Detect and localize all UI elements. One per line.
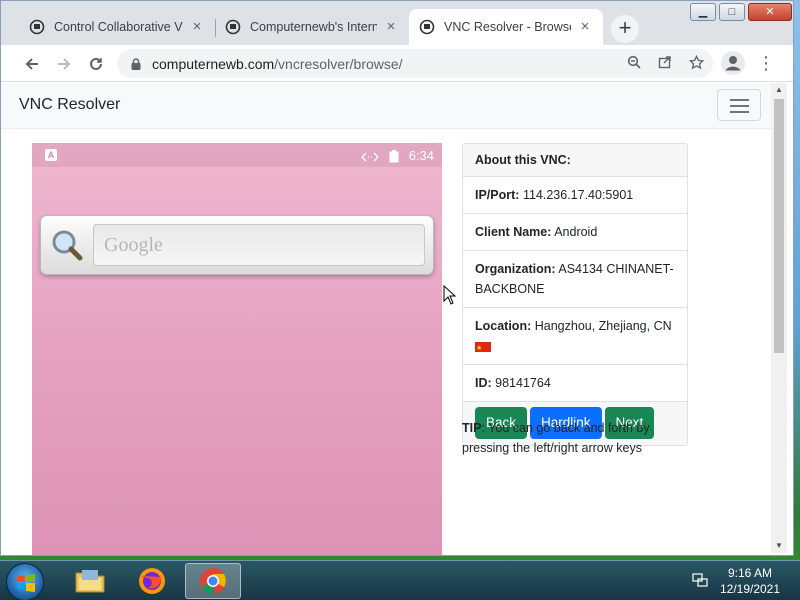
shield-favicon-icon: [419, 19, 435, 35]
id-value: 98141764: [495, 376, 551, 390]
ip-port-row: IP/Port: 114.236.17.40:5901: [463, 177, 687, 214]
vnc-info-card: About this VNC: IP/Port: 114.236.17.40:5…: [462, 143, 688, 446]
tab-title: Control Collaborative Vi: [54, 20, 183, 34]
google-placeholder: Google: [104, 234, 163, 256]
forward-arrow-icon[interactable]: [51, 51, 77, 77]
windows-taskbar: 9:16 AM 12/19/2021: [0, 560, 800, 600]
card-header: About this VNC:: [463, 144, 687, 177]
tab-control-collaborative[interactable]: Control Collaborative Vi ×: [19, 9, 215, 45]
tab-strip: Control Collaborative Vi × Computernewb'…: [1, 1, 793, 45]
system-clock[interactable]: 9:16 AM 12/19/2021: [718, 565, 782, 597]
reload-icon[interactable]: [83, 51, 109, 77]
close-tab-icon[interactable]: ×: [577, 19, 593, 35]
page-viewport: VNC Resolver A 6:34 Google About this VN…: [1, 83, 779, 555]
minimize-button[interactable]: ▁: [690, 3, 716, 21]
lock-icon: [131, 57, 141, 70]
google-search-widget: Google: [40, 215, 434, 275]
organization-label: Organization:: [475, 262, 556, 276]
scroll-up-arrow-icon[interactable]: ▲: [774, 85, 784, 95]
location-label: Location:: [475, 319, 532, 333]
shield-favicon-icon: [29, 19, 45, 35]
ip-port-value: 114.236.17.40:5901: [522, 188, 634, 202]
google-search-field: Google: [93, 224, 425, 266]
client-name-row: Client Name: Android: [463, 214, 687, 251]
tip-label: TIP: [462, 421, 482, 435]
close-tab-icon[interactable]: ×: [189, 19, 205, 35]
client-name-label: Client Name:: [475, 225, 552, 239]
maximize-button[interactable]: □: [719, 3, 745, 21]
profile-avatar-icon[interactable]: [721, 51, 745, 75]
clock-time: 9:16 AM: [727, 566, 773, 580]
notification-icon: A: [45, 149, 57, 161]
status-right: 6:34: [361, 148, 434, 163]
close-tab-icon[interactable]: ×: [383, 19, 399, 35]
back-arrow-icon[interactable]: [19, 51, 45, 77]
client-name-value: Android: [554, 225, 598, 239]
bookmark-star-icon[interactable]: [685, 54, 707, 73]
id-row: ID: 98141764: [463, 365, 687, 402]
navbar-toggle-hamburger-icon[interactable]: [717, 89, 761, 121]
organization-row: Organization: AS4134 CHINANET-BACKBONE: [463, 251, 687, 308]
id-label: ID:: [475, 376, 492, 390]
window-controls: ▁ □ ✕: [687, 3, 792, 23]
new-tab-button[interactable]: +: [611, 15, 639, 43]
magnifier-icon: [52, 230, 83, 261]
address-bar[interactable]: computernewb.com/vncresolver/browse/: [117, 49, 713, 78]
start-button[interactable]: [6, 563, 44, 600]
data-transfer-icon: [361, 152, 379, 162]
firefox-icon[interactable]: [124, 563, 180, 599]
shield-favicon-icon: [225, 19, 241, 35]
url-path: /vncresolver/browse/: [274, 55, 403, 72]
tab-computernewb-internet[interactable]: Computernewb's Interne ×: [215, 9, 409, 45]
location-row: Location: Hangzhou, Zhejiang, CN: [463, 308, 687, 365]
browser-toolbar: computernewb.com/vncresolver/browse/ ⋮: [1, 45, 793, 82]
share-icon[interactable]: [654, 55, 676, 73]
vnc-screenshot: A 6:34 Google: [32, 143, 442, 555]
windows-logo-icon: [17, 574, 35, 592]
tab-title: VNC Resolver - Browse: [444, 20, 571, 34]
file-explorer-icon[interactable]: [62, 563, 118, 599]
tip-body: : You can go back and forth by pressing …: [462, 421, 650, 455]
clock-date: 12/19/2021: [719, 582, 781, 596]
mouse-cursor-icon: [443, 285, 457, 305]
site-navbar: VNC Resolver: [1, 83, 779, 129]
status-time: 6:34: [408, 148, 434, 163]
site-brand[interactable]: VNC Resolver: [19, 96, 120, 114]
scroll-thumb[interactable]: [774, 99, 784, 353]
browser-window: Control Collaborative Vi × Computernewb'…: [0, 0, 794, 556]
location-value: Hangzhou, Zhejiang, CN: [534, 319, 672, 333]
close-window-button[interactable]: ✕: [748, 3, 792, 21]
tip-text: TIP: You can go back and forth by pressi…: [462, 418, 688, 458]
chrome-icon[interactable]: [185, 563, 241, 599]
url-host: computernewb.com: [152, 55, 275, 72]
network-tray-icon[interactable]: [692, 573, 708, 587]
scroll-down-arrow-icon[interactable]: ▼: [774, 541, 784, 551]
page-scrollbar[interactable]: ▲ ▼: [771, 83, 787, 553]
tab-vnc-resolver[interactable]: VNC Resolver - Browse ×: [409, 9, 603, 45]
battery-icon: [389, 150, 399, 163]
zoom-icon[interactable]: [623, 55, 645, 73]
china-flag-icon: [475, 339, 491, 359]
kebab-menu-icon[interactable]: ⋮: [757, 51, 775, 75]
ip-port-label: IP/Port:: [475, 188, 520, 202]
tab-title: Computernewb's Interne: [250, 20, 377, 34]
